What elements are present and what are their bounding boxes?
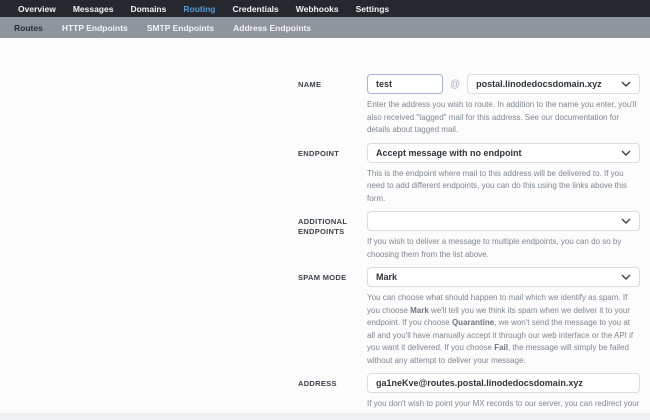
nav-item-domains[interactable]: Domains [130,4,166,14]
subnav-item-address-endpoints[interactable]: Address Endpoints [233,23,311,33]
endpoint-label: ENDPOINT [298,148,340,158]
top-navigation-bar: Overview Messages Domains Routing Creden… [0,0,650,17]
nav-item-overview[interactable]: Overview [18,4,56,14]
nav-item-webhooks[interactable]: Webhooks [296,4,339,14]
chevron-down-icon [621,150,631,156]
domain-select[interactable]: postal.linodedocsdomain.xyz [467,74,640,94]
additional-endpoints-select[interactable] [367,211,640,231]
chevron-down-icon [621,81,631,87]
route-edit-form: NAME @ postal.linodedocsdomain.xyz Enter… [0,38,650,420]
name-row: NAME @ postal.linodedocsdomain.xyz Enter… [298,74,640,137]
endpoint-row: ENDPOINT Accept message with no endpoint… [298,142,640,206]
route-address-input[interactable] [367,373,640,393]
domain-select-value: postal.linodedocsdomain.xyz [476,79,602,89]
nav-item-credentials[interactable]: Credentials [232,4,278,14]
at-symbol: @ [450,78,461,90]
spam-mode-row: SPAM MODE Mark You can choose what shoul… [298,267,640,367]
name-label: NAME [298,80,322,89]
spam-mode-help-text: You can choose what should happen to mai… [367,293,634,365]
subnav-item-smtp-endpoints[interactable]: SMTP Endpoints [147,23,214,33]
nav-item-messages[interactable]: Messages [73,4,114,14]
subnav-item-routes[interactable]: Routes [14,23,43,33]
nav-item-settings[interactable]: Settings [356,4,390,14]
route-name-input[interactable] [367,74,443,94]
spam-mode-select[interactable]: Mark [367,267,640,287]
spam-mode-label: SPAM MODE [298,273,347,282]
endpoint-select-value: Accept message with no endpoint [376,147,522,158]
subnav-item-http-endpoints[interactable]: HTTP Endpoints [62,23,128,33]
additional-endpoints-help-text: If you wish to deliver a message to mult… [367,237,622,259]
spam-mode-select-value: Mark [376,272,398,282]
nav-item-routing[interactable]: Routing [183,4,215,14]
chevron-down-icon [621,218,631,224]
bottom-background-strip [0,413,650,420]
chevron-down-icon [621,274,631,280]
name-help-text: Enter the address you wish to route. In … [367,100,637,134]
routing-sub-navigation: Routes HTTP Endpoints SMTP Endpoints Add… [0,17,650,38]
endpoint-select[interactable]: Accept message with no endpoint [367,142,640,163]
endpoint-help-text: This is the endpoint where mail to this … [367,168,628,203]
additional-endpoints-label: ADDITIONAL ENDPOINTS [298,217,348,236]
additional-endpoints-row: ADDITIONAL ENDPOINTS If you wish to deli… [298,211,640,261]
